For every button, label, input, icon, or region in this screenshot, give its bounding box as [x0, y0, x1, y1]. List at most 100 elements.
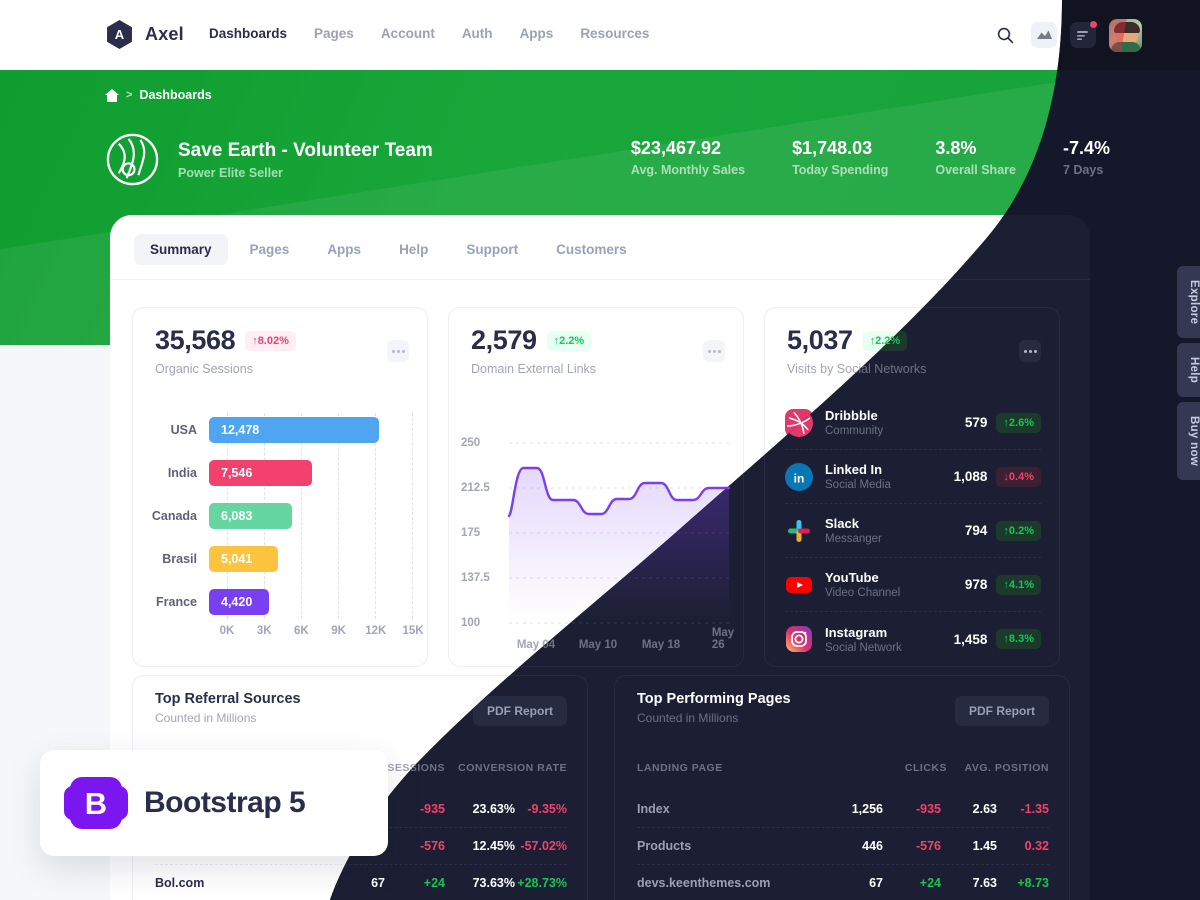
tab-bar: Summary Pages Apps Help Support Customer…: [134, 234, 643, 265]
stat-avg-monthly-sales: $23,467.92 Avg. Monthly Sales: [631, 138, 745, 177]
column-landing-page: LANDING PAGE: [637, 762, 723, 774]
brand-logo-icon: A: [107, 20, 132, 49]
card-menu-button[interactable]: [1019, 340, 1041, 362]
stat-label: Today Spending: [792, 163, 889, 177]
column-clicks: CLICKS: [904, 762, 947, 774]
notifications-icon[interactable]: [1070, 22, 1096, 48]
card-menu-button[interactable]: [703, 340, 725, 362]
tab-divider: [110, 279, 1090, 280]
bar-value: 5,041: [209, 545, 278, 572]
table-row[interactable]: Index 1,256 -935 2.63 -1.35: [615, 790, 1071, 827]
bootstrap-logo-icon: B: [64, 777, 128, 829]
network-delta-badge: ↑0.2%: [996, 521, 1041, 541]
rail-button-buy-now[interactable]: Buy now: [1177, 402, 1200, 481]
breadcrumb-current[interactable]: Dashboards: [139, 88, 211, 102]
cell-rate: 73.63%: [472, 875, 515, 890]
list-item[interactable]: YouTube Video Channel 978 ↑4.1%: [785, 558, 1041, 612]
cell-position: 2.63: [972, 801, 997, 816]
stat-today-spending: $1,748.03 Today Spending: [792, 138, 888, 177]
x-tick: 0K: [219, 625, 235, 637]
tab-support[interactable]: Support: [450, 234, 534, 265]
table-subtitle: Counted in Millions: [637, 711, 739, 725]
tab-help[interactable]: Help: [383, 234, 444, 265]
breadcrumb: > Dashboards: [105, 88, 212, 102]
kpi-value: 2,579: [471, 325, 537, 355]
cell-landing-page: devs.keenthemes.com: [637, 875, 771, 890]
avatar[interactable]: [1107, 17, 1144, 54]
tab-summary[interactable]: Summary: [134, 234, 228, 265]
network-desc: Social Media: [825, 479, 891, 491]
table-row[interactable]: Products 446 -576 1.45 0.32: [615, 827, 1071, 864]
stat-label: Overall Share: [935, 163, 1016, 177]
nav-item-resources[interactable]: Resources: [580, 26, 649, 41]
bar-label: USA: [170, 422, 197, 437]
rail-button-explore[interactable]: Explore: [1177, 266, 1200, 339]
bar-row-canada: Canada 6,083: [151, 499, 413, 532]
list-item[interactable]: Slack Messanger 794 ↑0.2%: [785, 504, 1041, 558]
nav-item-dashboards[interactable]: Dashboards: [209, 26, 287, 41]
list-item[interactable]: Dribbble Community 579 ↑2.6%: [785, 396, 1041, 450]
tab-pages[interactable]: Pages: [234, 234, 306, 265]
x-tick: May 18: [641, 639, 681, 651]
tab-customers[interactable]: Customers: [540, 234, 643, 265]
x-tick: 9K: [331, 625, 346, 637]
apps-icon[interactable]: [1031, 22, 1057, 48]
brand-name: Axel: [145, 24, 184, 44]
cell-rate: 23.63%: [472, 801, 515, 816]
stat-label: Avg. Monthly Sales: [630, 163, 746, 177]
table-row[interactable]: devs.keenthemes.com 67 +24 7.63 +8.73: [615, 864, 1071, 900]
kpi-delta-badge: ↑2.2%: [546, 330, 592, 351]
table-subtitle: Counted in Millions: [155, 711, 257, 725]
cell-position: 1.45: [972, 838, 997, 853]
breadcrumb-separator: >: [126, 89, 133, 101]
stat-7-days: -7.4% 7 Days: [1063, 138, 1110, 177]
instagram-icon: [785, 625, 813, 653]
notification-badge-dot: [1090, 21, 1097, 28]
main-nav: Dashboards Pages Account Auth Apps Resou…: [209, 26, 649, 41]
network-desc: Social Network: [825, 641, 902, 654]
bootstrap-badge-card[interactable]: B Bootstrap 5: [40, 750, 388, 856]
nav-item-account[interactable]: Account: [381, 26, 435, 41]
network-value: 978: [964, 577, 988, 592]
bar-label: Canada: [151, 508, 197, 523]
home-icon[interactable]: [105, 88, 119, 102]
stat-value: $23,467.92: [630, 138, 721, 158]
cell-rate-delta: +28.73%: [517, 875, 567, 890]
nav-item-pages[interactable]: Pages: [314, 26, 354, 41]
stat-label: 7 Days: [1062, 163, 1104, 177]
brand[interactable]: A Axel: [105, 20, 184, 49]
card-menu-button[interactable]: [387, 340, 409, 362]
list-item[interactable]: Instagram Social Network 1,458 ↑8.3%: [785, 612, 1041, 666]
rail-button-help[interactable]: Help: [1177, 343, 1200, 398]
slack-icon: [785, 517, 813, 545]
bar-row-usa: USA 12,478: [151, 413, 413, 446]
social-networks-list-dark: Dribbble Community 579 ↑2.6% in Linked I…: [785, 396, 1041, 666]
cell-clicks-delta: -576: [915, 838, 941, 853]
table-header-row: LANDING PAGE CLICKS AVG. POSITION: [615, 762, 1071, 774]
list-item[interactable]: in Linked In Social Media 1,088 ↓0.4%: [785, 450, 1041, 504]
team-title: Save Earth - Volunteer Team: [178, 139, 433, 161]
cell-position: 7.63: [972, 875, 997, 890]
cell-clicks: 1,256: [851, 801, 883, 816]
cell-rate-delta: -9.35%: [527, 801, 567, 816]
network-name: YouTube: [825, 570, 879, 585]
bar-value: 4,420: [209, 588, 270, 615]
pdf-report-button[interactable]: PDF Report: [473, 696, 567, 726]
network-delta-badge: ↑8.3%: [996, 629, 1041, 649]
nav-item-auth[interactable]: Auth: [462, 26, 493, 41]
avatar-tint: [1109, 19, 1142, 52]
search-icon[interactable]: [992, 22, 1018, 48]
nav-item-apps[interactable]: Apps: [520, 26, 554, 41]
table-top-performing-pages-dark: Top Performing Pages Counted in Millions…: [614, 675, 1070, 900]
tab-apps[interactable]: Apps: [311, 234, 377, 265]
column-conversion-rate: CONVERSION RATE: [458, 762, 567, 774]
network-desc: Video Channel: [825, 587, 901, 599]
kpi-subtitle: Organic Sessions: [155, 362, 253, 376]
kpi-value: 35,568: [155, 325, 236, 355]
network-value: 1,458: [953, 631, 988, 647]
pdf-report-button[interactable]: PDF Report: [955, 696, 1049, 726]
cell-position-delta: 0.32: [1024, 838, 1049, 853]
cell-source: Bol.com: [155, 875, 205, 890]
bootstrap-logo-letter: B: [84, 785, 108, 821]
cell-landing-page: Index: [637, 801, 670, 816]
